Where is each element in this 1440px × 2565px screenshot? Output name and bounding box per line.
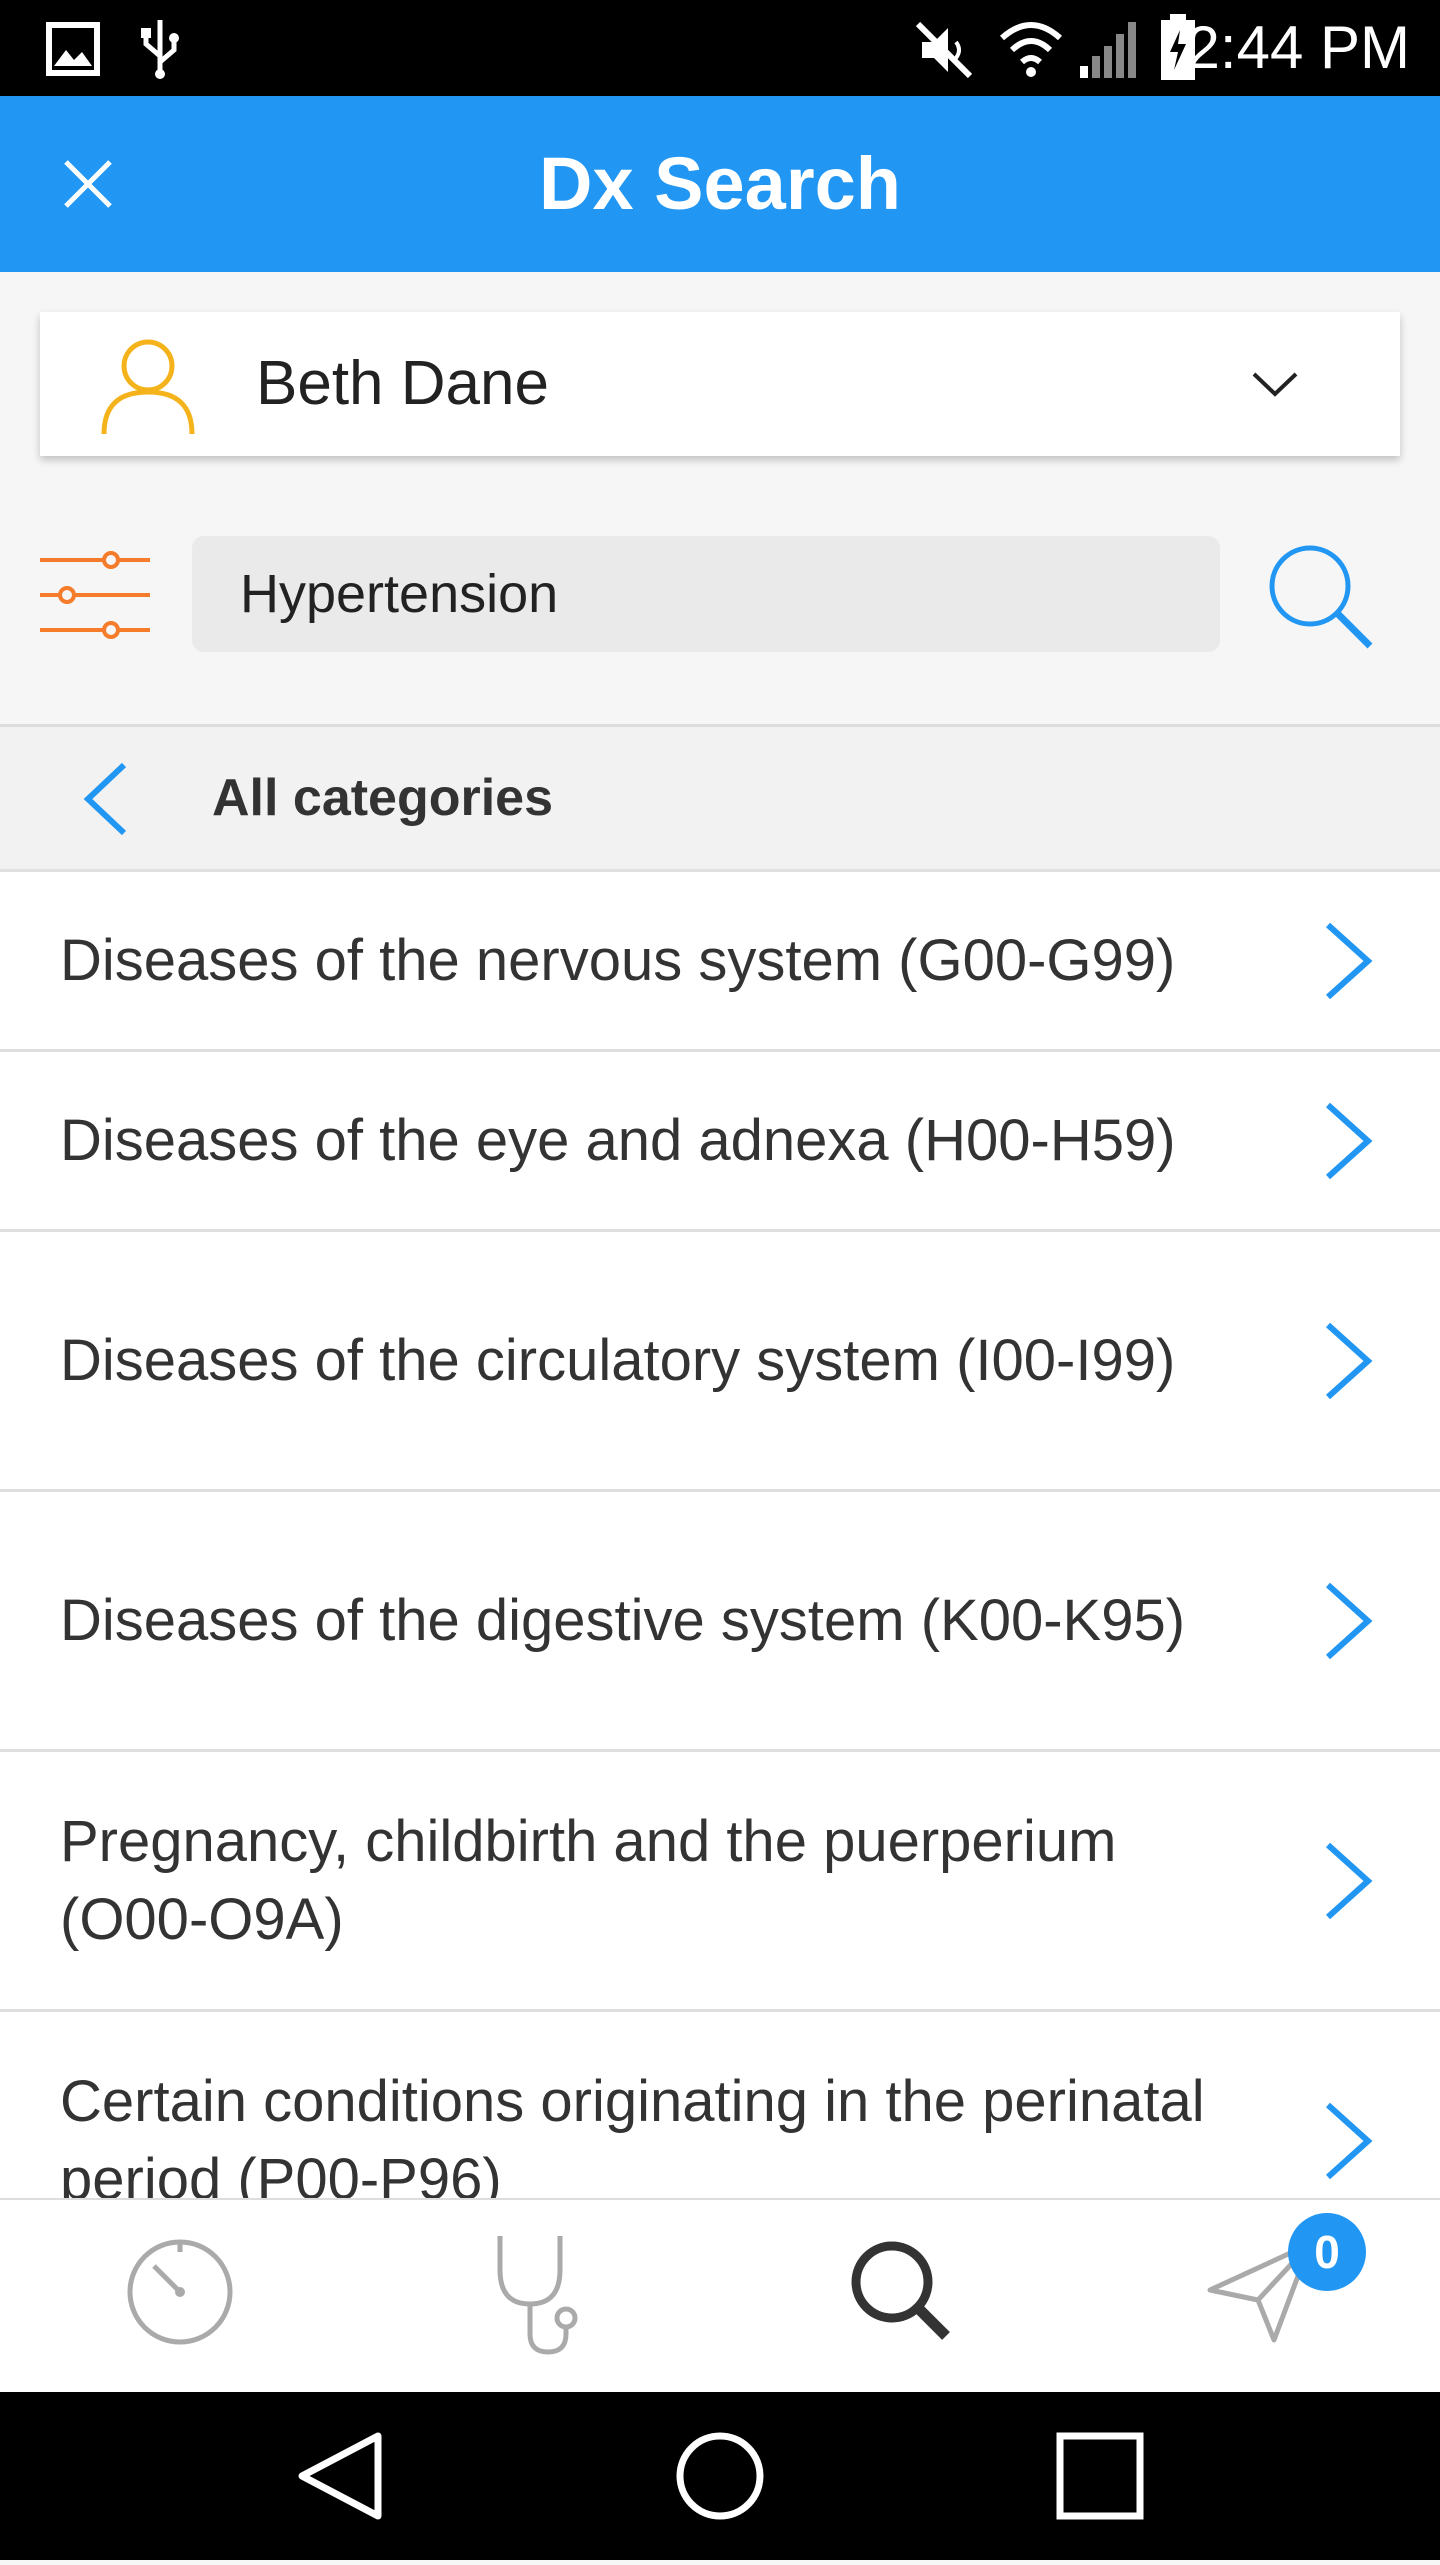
search-icon <box>851 2241 950 2340</box>
search-input[interactable] <box>192 536 1220 652</box>
system-home-button[interactable] <box>640 2392 800 2560</box>
nav-messages[interactable] <box>1080 2200 1440 2394</box>
back-icon <box>298 2432 382 2520</box>
list-item[interactable]: Diseases of the nervous system (G00-G99) <box>0 872 1440 1052</box>
system-back-button[interactable] <box>260 2392 420 2560</box>
filter-button[interactable] <box>30 540 160 650</box>
system-recents-button[interactable] <box>1020 2392 1180 2560</box>
list-item[interactable]: Diseases of the circulatory system (I00-… <box>0 1232 1440 1492</box>
list-item-label: Diseases of the digestive system (K00-K9… <box>60 1587 1186 1653</box>
list-item-label: Certain conditions originating in the pe… <box>60 2068 1205 2199</box>
chevron-right-icon <box>1325 1322 1373 1399</box>
list-item-label: Diseases of the eye and adnexa (H00-H59) <box>60 1107 1176 1173</box>
stethoscope-icon <box>497 2236 578 2355</box>
user-icon <box>101 339 195 435</box>
list-item[interactable]: Pregnancy, childbirth and the puerperium… <box>0 1752 1440 2012</box>
usb-icon <box>141 20 179 79</box>
nav-clinical[interactable] <box>360 2200 720 2394</box>
categories-header-label: All categories <box>212 769 554 827</box>
categories-header: All categories <box>0 727 1440 872</box>
search-icon <box>1269 545 1373 649</box>
patient-name: Beth Dane <box>256 349 549 418</box>
chevron-right-icon <box>1325 1582 1373 1659</box>
filter-sliders-icon <box>40 551 150 639</box>
nav-search[interactable] <box>720 2200 1080 2394</box>
recents-icon <box>1056 2432 1144 2520</box>
app-bar: Dx Search <box>0 96 1440 272</box>
chevron-left-icon <box>83 762 127 836</box>
status-bar: 2:44 PM <box>0 0 1440 96</box>
list-item[interactable]: Diseases of the eye and adnexa (H00-H59) <box>0 1052 1440 1232</box>
chevron-right-icon <box>1325 1102 1373 1179</box>
nav-dashboard[interactable] <box>0 2200 360 2394</box>
signal-icon <box>1080 22 1136 78</box>
home-icon <box>676 2432 764 2520</box>
back-button[interactable] <box>60 751 156 847</box>
list-item-label: Diseases of the nervous system (G00-G99) <box>60 927 1176 993</box>
list-item[interactable]: Diseases of the digestive system (K00-K9… <box>0 1492 1440 1752</box>
mute-icon <box>915 21 973 79</box>
wifi-icon <box>999 22 1063 77</box>
page-title: Dx Search <box>539 142 901 225</box>
status-time: 2:44 PM <box>1186 14 1410 81</box>
chevron-right-icon <box>1325 1842 1373 1919</box>
list-item[interactable]: Certain conditions originating in the pe… <box>0 2012 1440 2198</box>
messages-badge: 0 <box>1288 2213 1366 2291</box>
list-item-label: Pregnancy, childbirth and the puerperium… <box>60 1808 1117 1952</box>
category-list[interactable]: Diseases of the nervous system (G00-G99)… <box>0 872 1440 2198</box>
system-nav-bar <box>0 2392 1440 2560</box>
bottom-nav <box>0 2198 1440 2394</box>
image-icon <box>46 22 100 76</box>
list-item-label: Diseases of the circulatory system (I00-… <box>60 1327 1176 1393</box>
chevron-right-icon <box>1325 2102 1373 2179</box>
gauge-icon <box>127 2239 233 2345</box>
chevron-down-icon <box>1252 372 1298 397</box>
chevron-right-icon <box>1325 922 1373 999</box>
search-button[interactable] <box>1260 536 1380 656</box>
patient-selector[interactable]: Beth Dane <box>40 312 1400 456</box>
